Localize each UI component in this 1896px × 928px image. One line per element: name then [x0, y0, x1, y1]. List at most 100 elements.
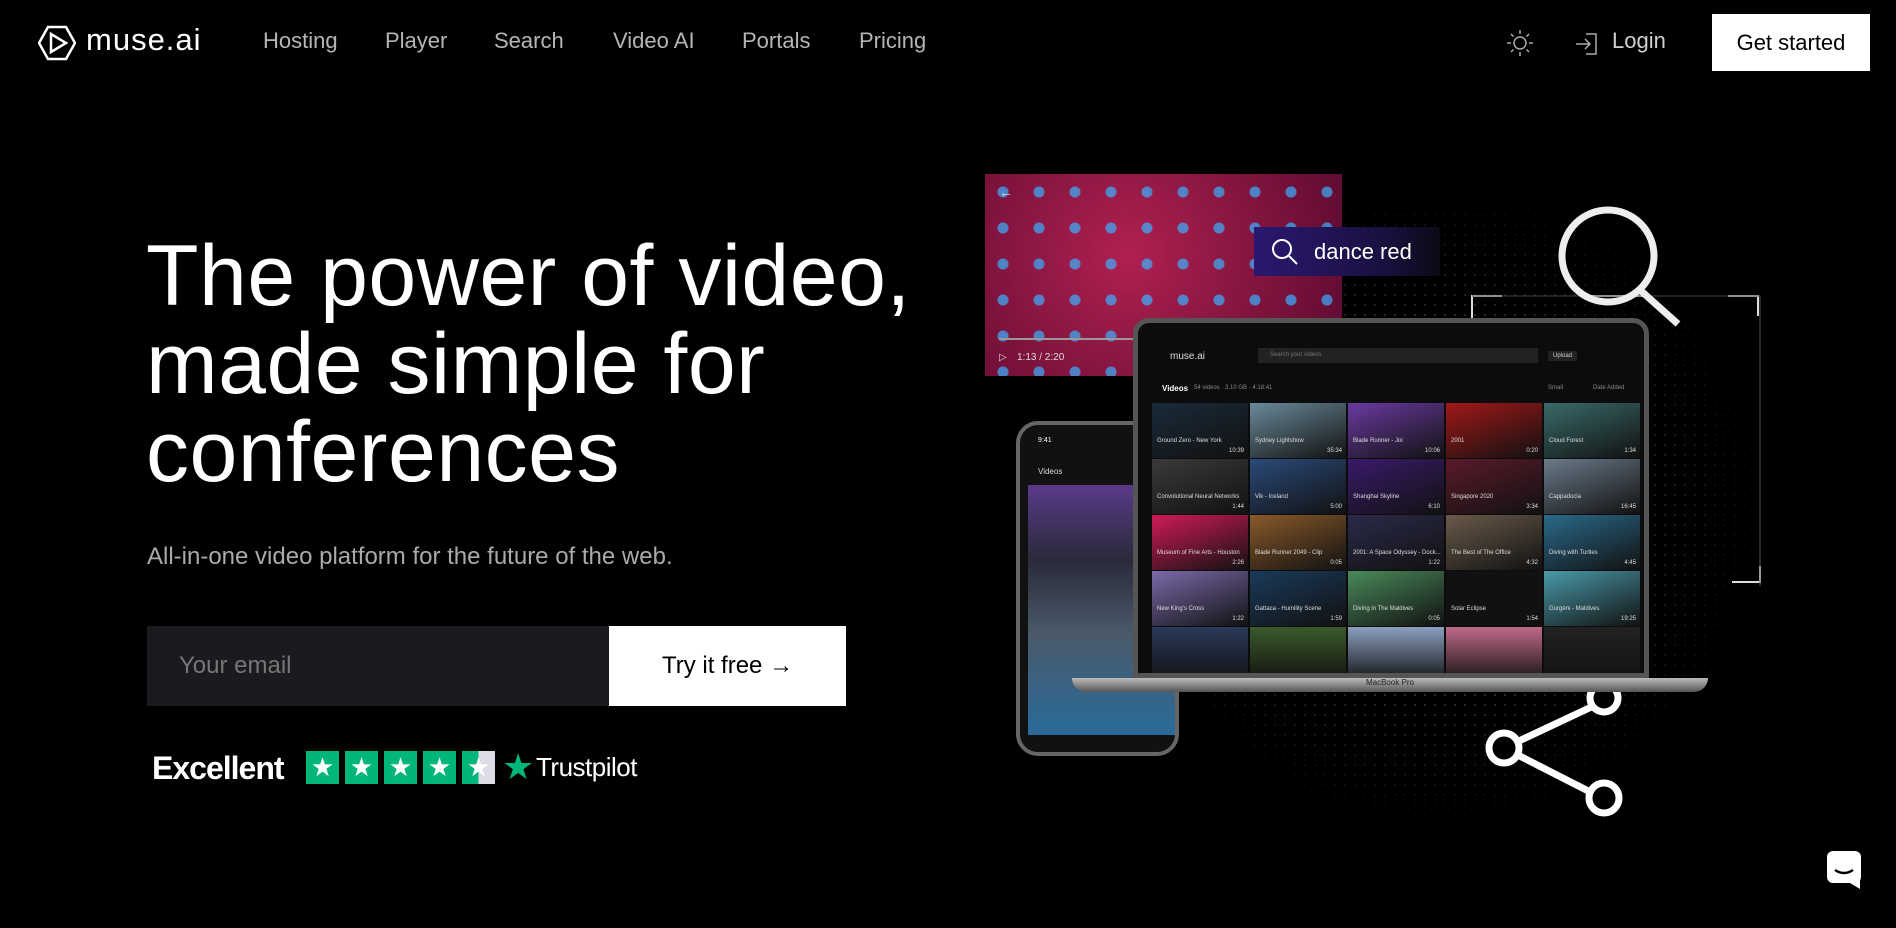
video-thumbnail: Cappadocia 16:45	[1544, 459, 1640, 514]
back-arrow-icon[interactable]: ←	[999, 184, 1013, 200]
video-title: New King's Cross	[1157, 606, 1205, 612]
video-title: Gurgeni - Maldives	[1549, 606, 1600, 612]
video-title: 2001	[1451, 438, 1465, 444]
video-thumbnail: Cloud Forest 1:34	[1544, 403, 1640, 458]
video-title: Museum of Fine Arts - Houston	[1157, 550, 1240, 556]
video-duration: 4:45	[1624, 560, 1636, 566]
video-duration: 16:45	[1620, 504, 1636, 510]
video-duration: 0:05	[1330, 560, 1342, 566]
half-star-icon: ★	[462, 751, 495, 784]
video-thumbnail: Gurgeni - Maldives 19:25	[1544, 571, 1640, 626]
video-thumbnail	[1152, 627, 1248, 673]
laptop-base: MacBook Pro	[1072, 678, 1708, 692]
cta-label: Try it free	[661, 652, 763, 679]
video-thumbnail: New King's Cross 1:22	[1152, 571, 1248, 626]
video-thumbnail: Gattaca - Humility Scene 1:59	[1250, 571, 1346, 626]
video-duration: 0:05	[1428, 616, 1440, 622]
login-icon[interactable]	[1574, 32, 1598, 56]
app-search-input: Search your videos	[1258, 348, 1538, 363]
video-title: The Best of The Office	[1451, 550, 1511, 556]
rating-label: Excellent	[152, 750, 285, 786]
video-title: Cloud Forest	[1549, 438, 1584, 444]
nav-hosting[interactable]: Hosting	[263, 28, 338, 54]
video-thumbnail: Ground Zero - New York 10:39	[1152, 403, 1248, 458]
video-thumbnail: 2001 0:20	[1446, 403, 1542, 458]
theme-toggle-sun-icon[interactable]	[1506, 29, 1534, 57]
video-title: Ground Zero - New York	[1157, 438, 1222, 444]
search-pill[interactable]: dance red	[1254, 227, 1440, 276]
video-thumbnail: Blade Runner - Joi 10:06	[1348, 403, 1444, 458]
nav-pricing[interactable]: Pricing	[859, 28, 926, 54]
video-thumbnail: Diving in The Maldives 0:05	[1348, 571, 1444, 626]
video-duration: 10:06	[1424, 448, 1440, 454]
video-thumbnail	[1250, 627, 1346, 673]
title-line: conferences	[146, 404, 621, 500]
video-duration: 1:44	[1232, 504, 1244, 510]
videos-meta: 54 videos · 3.10 GB · 4:18:41	[1194, 385, 1273, 391]
video-duration: 6:10	[1428, 504, 1440, 510]
muse-logo-icon[interactable]	[38, 25, 76, 61]
video-duration: 5:00	[1330, 504, 1342, 510]
brand-name[interactable]: muse.ai	[86, 22, 202, 58]
video-thumbnail: Blade Runner 2049 - Clip 0:05	[1250, 515, 1346, 570]
video-title: Gattaca - Humility Scene	[1255, 606, 1322, 612]
video-thumbnail: The Best of The Office 4:32	[1446, 515, 1542, 570]
sort-date: Date Added	[1593, 385, 1625, 391]
email-input[interactable]	[147, 626, 609, 706]
video-title: Diving in The Maldives	[1353, 606, 1414, 612]
video-duration: 1:54	[1526, 616, 1538, 622]
chat-widget-icon[interactable]	[1826, 850, 1862, 890]
nav-player[interactable]: Player	[385, 28, 447, 54]
video-duration: 1:34	[1624, 448, 1636, 454]
title-line: made simple for	[146, 316, 766, 412]
video-thumbnail: Solar Eclipse 1:54	[1446, 571, 1542, 626]
star-icon: ★	[423, 751, 456, 784]
video-thumbnail	[1544, 627, 1640, 673]
video-duration: 3:34	[1526, 504, 1538, 510]
video-thumbnail: Vik - Iceland 5:00	[1250, 459, 1346, 514]
video-duration: 2:26	[1232, 560, 1244, 566]
video-thumbnail: 2001: A Space Odyssey - Dock... 1:22	[1348, 515, 1444, 570]
video-title: 2001: A Space Odyssey - Dock...	[1353, 550, 1441, 556]
video-thumbnail	[1348, 627, 1444, 673]
video-duration: 4:32	[1526, 560, 1538, 566]
phone-heading: Videos	[1038, 467, 1063, 476]
search-query: dance red	[1314, 238, 1412, 264]
video-title: Blade Runner - Joi	[1353, 438, 1403, 444]
videos-heading: Videos	[1162, 384, 1189, 393]
login-link[interactable]: Login	[1612, 28, 1666, 54]
video-title: Solar Eclipse	[1451, 606, 1487, 612]
video-title: Diving with Turtles	[1549, 550, 1598, 556]
video-thumbnail: Diving with Turtles 4:45	[1544, 515, 1640, 570]
video-title: Vik - Iceland	[1255, 494, 1288, 500]
trustpilot-brand[interactable]: Trustpilot	[536, 752, 637, 783]
video-title: Convolutional Neural Networks	[1157, 494, 1240, 500]
video-thumbnail: Shanghai Skyline 6:10	[1348, 459, 1444, 514]
hero-subtitle: All-in-one video platform for the future…	[147, 543, 673, 570]
video-thumbnail	[1446, 627, 1542, 673]
video-grid: Ground Zero - New York 10:39 Sydney Lights…	[1152, 403, 1642, 673]
get-started-button[interactable]: Get started	[1712, 14, 1870, 71]
star-icon: ★	[345, 751, 378, 784]
video-duration: 1:59	[1330, 616, 1342, 622]
nav-portals[interactable]: Portals	[742, 28, 810, 54]
video-duration: 1:22	[1428, 560, 1440, 566]
nav-search[interactable]: Search	[494, 28, 564, 54]
phone-time: 9:41	[1038, 437, 1052, 444]
try-it-free-button[interactable]: Try it free →	[609, 626, 846, 706]
title-line: The power of video,	[146, 228, 911, 324]
video-duration: 19:25	[1620, 616, 1636, 622]
video-thumbnail: Museum of Fine Arts - Houston 2:26	[1152, 515, 1248, 570]
video-duration: 10:39	[1228, 448, 1244, 454]
star-icon: ★	[384, 751, 417, 784]
share-icon	[1485, 690, 1623, 817]
trustpilot-star-icon: ★	[502, 746, 535, 787]
star-icon: ★	[306, 751, 339, 784]
video-thumbnail: Singapore 2020 3:34	[1446, 459, 1542, 514]
hero-title: The power of video, made simple for conf…	[146, 232, 911, 496]
video-thumbnail: Convolutional Neural Networks 1:44	[1152, 459, 1248, 514]
video-title: Cappadocia	[1549, 494, 1582, 500]
nav-video-ai[interactable]: Video AI	[613, 28, 695, 54]
play-icon[interactable]: ▷	[999, 352, 1007, 363]
video-duration: 0:20	[1526, 448, 1538, 454]
